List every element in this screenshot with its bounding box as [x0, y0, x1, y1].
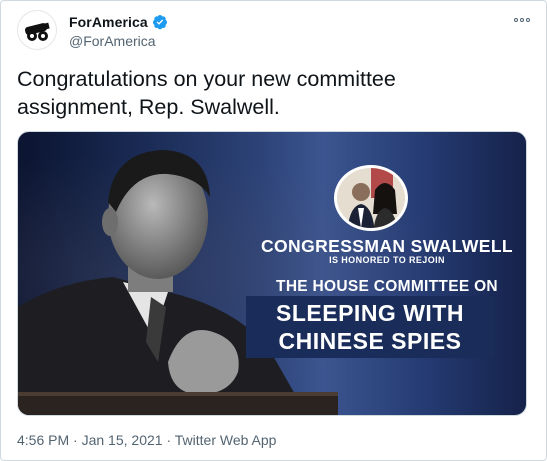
author-handle[interactable]: @ForAmerica	[69, 33, 156, 49]
tweet-source-link[interactable]: Twitter Web App	[175, 432, 277, 448]
circular-inset-photo	[334, 165, 408, 231]
author-display-name[interactable]: ForAmerica	[69, 14, 148, 30]
overlay-headline: CONGRESSMAN SWALWELL	[260, 236, 514, 256]
overlay-subline: IS HONORED TO REJOIN	[329, 255, 445, 265]
tweet-media-image[interactable]: CONGRESSMAN SWALWELL IS HONORED TO REJOI…	[17, 131, 527, 416]
overlay-committee-name-1: SLEEPING WITH	[276, 300, 464, 326]
tweet-timestamp-link[interactable]: 4:56 PM · Jan 15, 2021	[17, 432, 163, 448]
person-photo	[18, 150, 338, 415]
avatar[interactable]	[17, 10, 57, 50]
overlay-committee-name-2: CHINESE SPIES	[278, 328, 462, 354]
tweet-metadata: 4:56 PM · Jan 15, 2021 · Twitter Web App	[17, 432, 276, 448]
cannon-icon	[24, 22, 50, 41]
verified-badge-icon	[152, 15, 167, 30]
tweet-card: ForAmerica @ForAmerica Congratulations o…	[0, 0, 547, 461]
overlay-committee-label: THE HOUSE COMMITTEE ON	[276, 278, 498, 295]
tweet-text: Congratulations on your new committee as…	[17, 67, 396, 119]
author-name-row[interactable]: ForAmerica	[69, 14, 168, 30]
more-options-icon[interactable]	[512, 13, 532, 27]
meta-separator: ·	[166, 432, 172, 448]
